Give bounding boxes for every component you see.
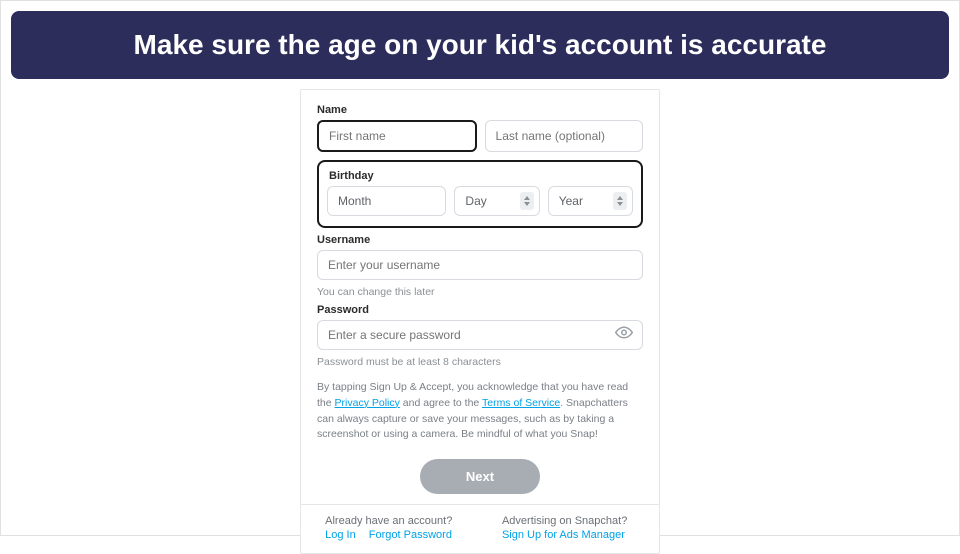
- name-label: Name: [317, 104, 643, 116]
- first-name-input[interactable]: [317, 120, 477, 152]
- last-name-input[interactable]: [485, 120, 643, 152]
- divider: [301, 504, 659, 505]
- signup-form: Name Birthday Month Day Year: [300, 89, 660, 554]
- page-title-banner: Make sure the age on your kid's account …: [11, 11, 949, 79]
- already-have-account-text: Already have an account?: [325, 515, 462, 527]
- password-input[interactable]: [317, 320, 643, 350]
- footer-links: Already have an account? Log In Forgot P…: [317, 515, 643, 541]
- legal-text: By tapping Sign Up & Accept, you acknowl…: [317, 380, 643, 443]
- forgot-password-link[interactable]: Forgot Password: [369, 529, 452, 541]
- username-input[interactable]: [317, 250, 643, 280]
- password-label: Password: [317, 304, 643, 316]
- banner-text: Make sure the age on your kid's account …: [134, 29, 827, 60]
- stepper-icon: [613, 192, 627, 210]
- birthday-label: Birthday: [329, 170, 633, 182]
- privacy-policy-link[interactable]: Privacy Policy: [335, 397, 400, 409]
- eye-icon[interactable]: [615, 324, 633, 347]
- login-link[interactable]: Log In: [325, 529, 356, 541]
- ads-manager-link[interactable]: Sign Up for Ads Manager: [502, 529, 625, 541]
- advertising-text: Advertising on Snapchat?: [502, 515, 635, 527]
- username-helper: You can change this later: [317, 286, 643, 298]
- password-helper: Password must be at least 8 characters: [317, 356, 643, 368]
- terms-of-service-link[interactable]: Terms of Service: [482, 397, 560, 409]
- birthday-group: Birthday Month Day Year: [317, 160, 643, 228]
- username-label: Username: [317, 234, 643, 246]
- next-button[interactable]: Next: [420, 459, 540, 494]
- stepper-icon: [520, 192, 534, 210]
- birthday-month-select[interactable]: Month: [327, 186, 446, 216]
